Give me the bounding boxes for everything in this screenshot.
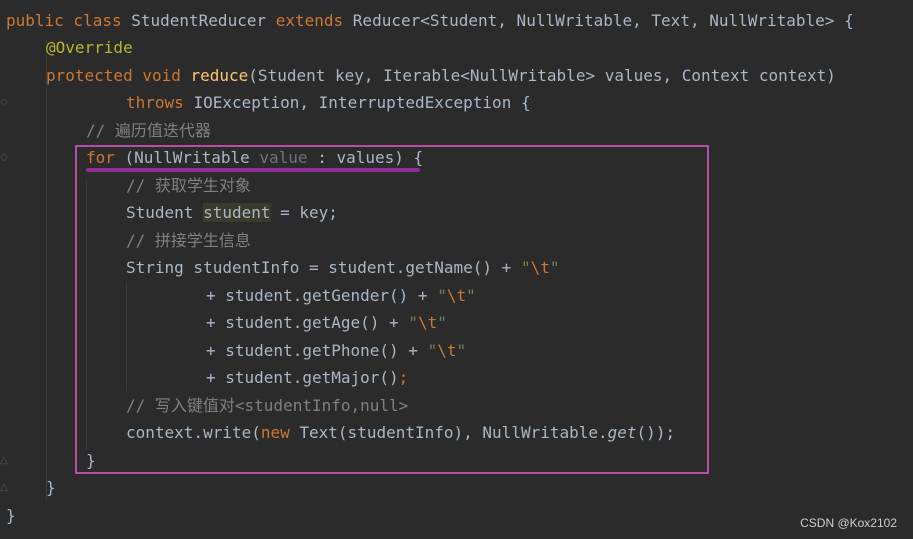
code-line[interactable]: } <box>6 502 16 529</box>
code-token: Reducer<Student, NullWritable, Text, Nul… <box>352 11 854 30</box>
code-line[interactable]: throws IOException, InterruptedException… <box>126 89 531 116</box>
code-line[interactable]: @Override <box>46 34 133 61</box>
highlight-box <box>75 145 709 474</box>
indent-guide <box>46 40 47 500</box>
code-line[interactable]: } <box>46 474 56 501</box>
code-token: } <box>6 506 16 525</box>
fold-icon[interactable]: ◇ <box>0 97 8 108</box>
code-token: IOException, InterruptedException { <box>193 93 531 112</box>
code-token: @Override <box>46 38 133 57</box>
code-token: (Student key, Iterable<NullWritable> val… <box>248 66 836 85</box>
code-editor[interactable]: ◇ ◇ △ △ public class StudentReducer exte… <box>0 0 913 539</box>
code-token: StudentReducer <box>131 11 276 30</box>
highlight-underline <box>86 168 420 172</box>
code-token: public class <box>6 11 132 30</box>
code-token: } <box>46 478 56 497</box>
code-token: extends <box>275 11 353 30</box>
fold-icon[interactable]: ◇ <box>0 152 8 163</box>
watermark: CSDN @Kox2102 <box>800 516 897 530</box>
code-comment: // 遍历值迭代器 <box>86 121 211 140</box>
fold-icon[interactable]: △ <box>0 455 8 466</box>
code-token: protected void <box>46 66 191 85</box>
code-line[interactable]: // 遍历值迭代器 <box>86 117 211 144</box>
code-token: reduce <box>190 66 249 85</box>
code-line[interactable]: protected void reduce(Student key, Itera… <box>46 62 836 89</box>
code-line[interactable]: public class StudentReducer extends Redu… <box>6 7 854 34</box>
code-token: throws <box>126 93 194 112</box>
fold-icon[interactable]: △ <box>0 482 8 493</box>
